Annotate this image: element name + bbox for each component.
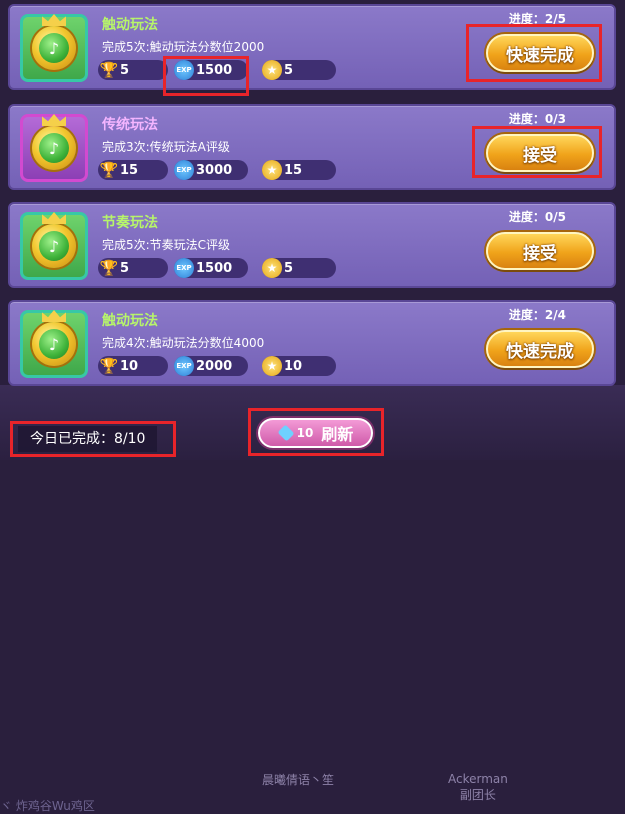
exp-icon: EXP bbox=[174, 258, 194, 278]
task-card: ♪ 节奏玩法 完成5次:节奏玩法C评级 🏆 5 EXP 1500 ★ 5 进度：0/5… bbox=[8, 202, 616, 288]
refresh-cost: 10 bbox=[296, 426, 314, 440]
trophy-icon: 🏆 bbox=[99, 357, 119, 375]
trophy-reward: 🏆 5 bbox=[98, 258, 168, 278]
task-card: ♪ 触动玩法 完成4次:触动玩法分数位4000 🏆 10 EXP 2000 ★ 10 … bbox=[8, 300, 616, 386]
star-medal-icon: ★ bbox=[262, 60, 282, 80]
exp-reward: EXP 1500 bbox=[174, 60, 248, 80]
star-reward: ★ 5 bbox=[262, 60, 336, 80]
diamond-icon bbox=[277, 424, 295, 442]
task-progress: 进度：2/5 bbox=[508, 12, 566, 26]
task-title: 节奏玩法 bbox=[102, 215, 158, 231]
accept-button[interactable]: 接受 bbox=[486, 134, 594, 172]
trophy-icon: 🏆 bbox=[99, 259, 119, 277]
star-reward: ★ 10 bbox=[262, 356, 336, 376]
exp-reward: EXP 2000 bbox=[174, 356, 248, 376]
exp-icon: EXP bbox=[174, 356, 194, 376]
task-description: 完成5次:节奏玩法C评级 bbox=[102, 238, 231, 252]
exp-icon: EXP bbox=[174, 60, 194, 80]
music-medal-icon: ♪ bbox=[32, 114, 76, 170]
trophy-icon: 🏆 bbox=[99, 61, 119, 79]
star-medal-icon: ★ bbox=[262, 258, 282, 278]
accept-button[interactable]: 接受 bbox=[486, 232, 594, 270]
quick-complete-button[interactable]: 快速完成 bbox=[486, 34, 594, 72]
task-description: 完成5次:触动玩法分数位2000 bbox=[102, 40, 265, 54]
trophy-reward: 🏆 10 bbox=[98, 356, 168, 376]
exp-reward: EXP 3000 bbox=[174, 160, 248, 180]
trophy-reward: 🏆 15 bbox=[98, 160, 168, 180]
trophy-reward: 🏆 5 bbox=[98, 60, 168, 80]
task-icon-frame: ♪ bbox=[20, 310, 88, 378]
refresh-label: 刷新 bbox=[321, 425, 354, 444]
exp-reward: EXP 1500 bbox=[174, 258, 248, 278]
music-medal-icon: ♪ bbox=[32, 310, 76, 366]
task-progress: 进度：2/4 bbox=[508, 308, 566, 322]
star-medal-icon: ★ bbox=[262, 356, 282, 376]
background-guild-text: ヾ 炸鸡谷Wu鸡区 bbox=[0, 799, 95, 813]
task-title: 触动玩法 bbox=[102, 313, 158, 329]
refresh-button[interactable]: 10 刷新 bbox=[258, 418, 373, 448]
completed-today-label: 今日已完成：8/10 bbox=[18, 426, 158, 452]
task-description: 完成4次:触动玩法分数位4000 bbox=[102, 336, 265, 350]
task-progress: 进度：0/3 bbox=[508, 112, 566, 126]
trophy-icon: 🏆 bbox=[99, 161, 119, 179]
task-icon-frame: ♪ bbox=[20, 212, 88, 280]
star-reward: ★ 15 bbox=[262, 160, 336, 180]
task-progress: 进度：0/5 bbox=[508, 210, 566, 224]
star-reward: ★ 5 bbox=[262, 258, 336, 278]
task-icon-frame: ♪ bbox=[20, 14, 88, 82]
exp-icon: EXP bbox=[174, 160, 194, 180]
star-medal-icon: ★ bbox=[262, 160, 282, 180]
background-player-info: Ackerman 副团长 bbox=[448, 772, 508, 802]
task-title: 传统玩法 bbox=[102, 117, 158, 133]
task-title: 触动玩法 bbox=[102, 17, 158, 33]
task-icon-frame: ♪ bbox=[20, 114, 88, 182]
background-player-name: 晨曦倩语丶笙 bbox=[262, 773, 335, 787]
task-description: 完成3次:传统玩法A评级 bbox=[102, 140, 230, 154]
music-medal-icon: ♪ bbox=[32, 212, 76, 268]
music-medal-icon: ♪ bbox=[32, 14, 76, 70]
quick-complete-button[interactable]: 快速完成 bbox=[486, 330, 594, 368]
task-card: ♪ 触动玩法 完成5次:触动玩法分数位2000 🏆 5 EXP 1500 ★ 5 进度… bbox=[8, 4, 616, 90]
task-card: ♪ 传统玩法 完成3次:传统玩法A评级 🏆 15 EXP 3000 ★ 15 进度：0… bbox=[8, 104, 616, 190]
